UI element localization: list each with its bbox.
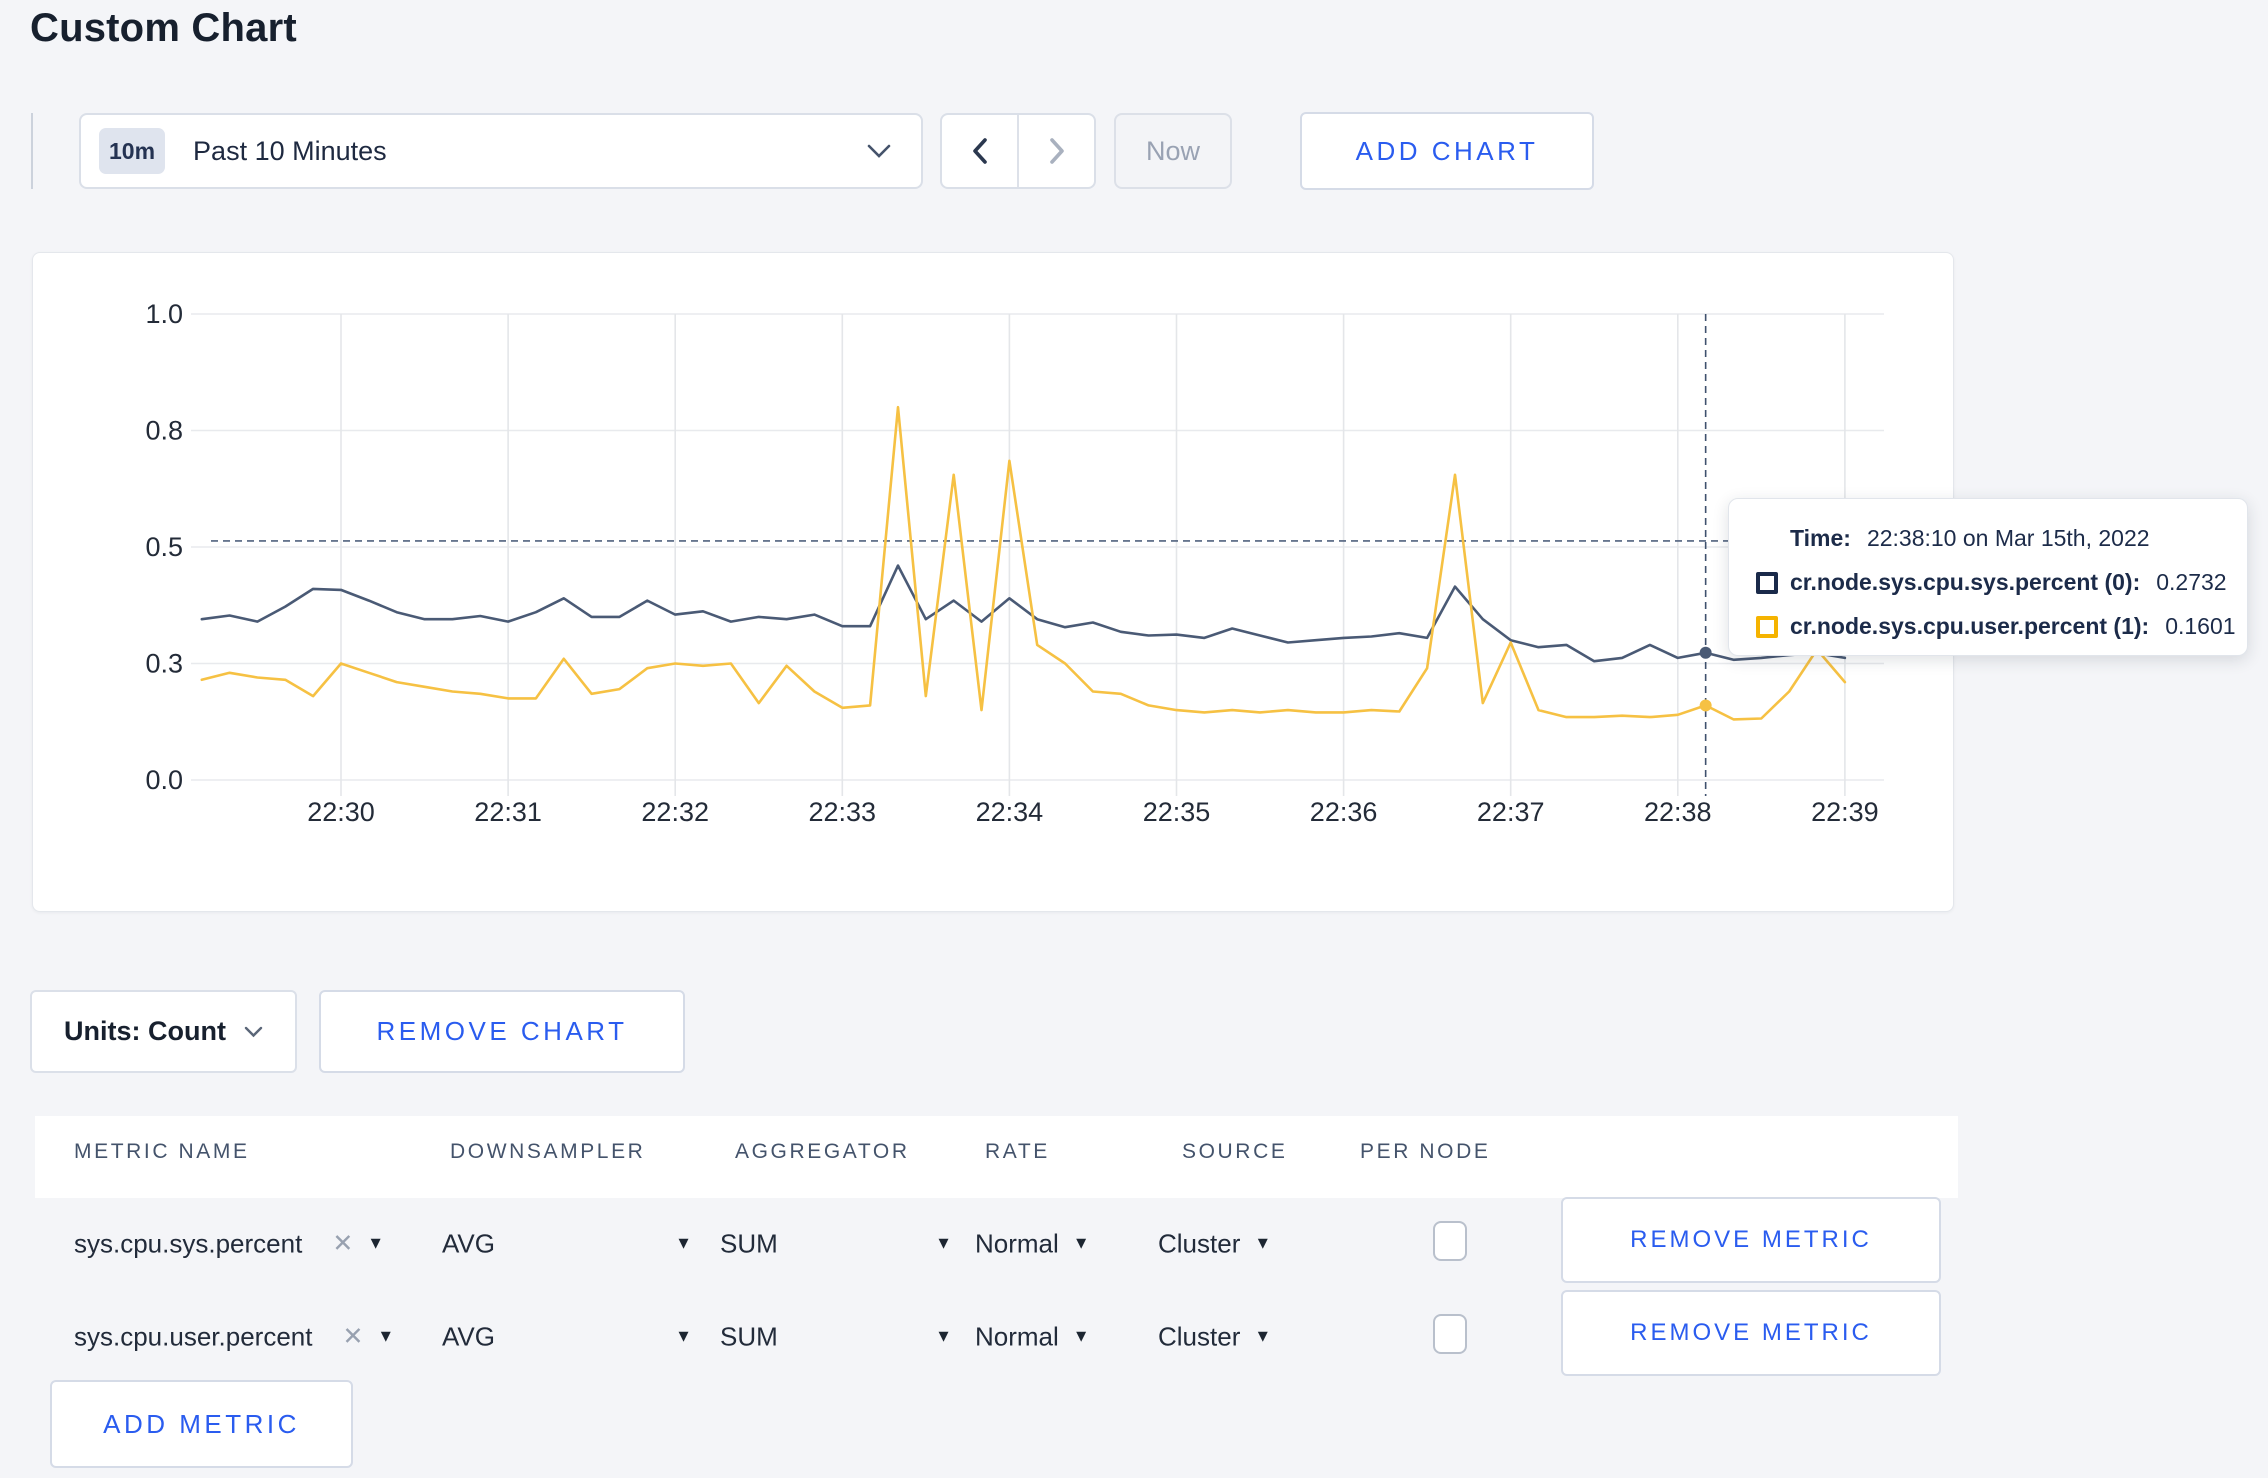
sys-series-swatch-icon xyxy=(1756,571,1778,594)
col-header-aggregator: AGGREGATOR xyxy=(735,1140,910,1163)
remove-chart-button[interactable]: REMOVE CHART xyxy=(319,990,685,1073)
chevron-right-icon xyxy=(1049,138,1064,164)
caret-down-icon: ▼ xyxy=(1072,1326,1090,1346)
x-tick-label: 22:37 xyxy=(1477,797,1545,827)
x-tick-label: 22:33 xyxy=(809,797,877,827)
toolbar-divider xyxy=(31,113,33,189)
hover-dot-1 xyxy=(1699,699,1712,712)
time-window-selector[interactable]: 10m Past 10 Minutes xyxy=(79,113,923,189)
metric-row: sys.cpu.user.percent ✕ ▼ AVG ▼ SUM ▼ Nor… xyxy=(35,1290,1958,1383)
x-tick-label: 22:34 xyxy=(976,797,1044,827)
custom-chart-page: Custom Chart 10m Past 10 Minutes Now ADD… xyxy=(0,0,2268,1478)
tooltip-time-value: 22:38:10 on Mar 15th, 2022 xyxy=(1866,525,2150,551)
source-dropdown[interactable]: Cluster ▼ xyxy=(1158,1321,1271,1352)
x-tick-label: 22:32 xyxy=(641,797,709,827)
caret-down-icon: ▼ xyxy=(1254,1326,1272,1346)
y-tick-label: 1.0 xyxy=(145,299,183,329)
x-tick-label: 22:39 xyxy=(1811,797,1879,827)
units-dropdown[interactable]: Units: Count xyxy=(30,990,297,1073)
downsampler-dropdown[interactable]: AVG ▼ xyxy=(442,1321,692,1352)
col-header-downsampler: DOWNSAMPLER xyxy=(450,1140,646,1163)
y-tick-label: 0.8 xyxy=(145,416,183,446)
time-window-badge: 10m xyxy=(99,128,166,174)
caret-down-icon: ▼ xyxy=(1254,1233,1272,1253)
y-tick-label: 0.5 xyxy=(145,532,183,562)
caret-down-icon: ▼ xyxy=(675,1233,692,1253)
x-tick-label: 22:35 xyxy=(1143,797,1211,827)
remove-metric-button[interactable]: REMOVE METRIC xyxy=(1561,1197,1941,1283)
tooltip-series-value: 0.2732 xyxy=(2156,569,2227,595)
rate-value: Normal xyxy=(975,1321,1059,1351)
units-label: Units: Count xyxy=(64,1016,226,1046)
col-header-rate: RATE xyxy=(985,1140,1050,1163)
next-time-button[interactable] xyxy=(1019,115,1094,187)
remove-metric-button[interactable]: REMOVE METRIC xyxy=(1561,1290,1941,1376)
rate-dropdown[interactable]: Normal ▼ xyxy=(975,1228,1090,1259)
line-chart[interactable]: 0.0 0.3 0.5 0.8 1.0 22:30 22:31 22:32 22:33 22:34… xyxy=(33,253,1953,911)
time-window-stepper xyxy=(940,113,1096,189)
y-tick-label: 0.3 xyxy=(145,649,183,679)
downsampler-value: AVG xyxy=(442,1321,495,1351)
metric-name-dropdown[interactable]: sys.cpu.user.percent ✕ ▼ xyxy=(74,1321,394,1352)
page-title: Custom Chart xyxy=(30,6,297,50)
now-button[interactable]: Now xyxy=(1114,113,1232,189)
add-metric-button[interactable]: ADD METRIC xyxy=(50,1380,353,1468)
x-tick-label: 22:36 xyxy=(1310,797,1378,827)
tooltip-series-row: cr.node.sys.cpu.user.percent (1): 0.1601 xyxy=(1756,613,2236,640)
tooltip-series-row: cr.node.sys.cpu.sys.percent (0): 0.2732 xyxy=(1756,569,2227,596)
aggregator-dropdown[interactable]: SUM ▼ xyxy=(720,1321,952,1352)
series-line-1 xyxy=(200,405,1847,721)
clear-metric-icon[interactable]: ✕ xyxy=(342,1322,363,1352)
hover-dot-0 xyxy=(1699,646,1712,659)
rate-dropdown[interactable]: Normal ▼ xyxy=(975,1321,1090,1352)
x-tick-label: 22:31 xyxy=(474,797,542,827)
source-value: Cluster xyxy=(1158,1228,1241,1258)
aggregator-dropdown[interactable]: SUM ▼ xyxy=(720,1228,952,1259)
chart-card: 0.0 0.3 0.5 0.8 1.0 22:30 22:31 22:32 22:33 22:34… xyxy=(32,252,1954,912)
aggregator-value: SUM xyxy=(720,1321,778,1351)
tooltip-series-label: cr.node.sys.cpu.sys.percent (0): xyxy=(1790,569,2141,595)
chevron-left-icon xyxy=(972,138,987,164)
prev-time-button[interactable] xyxy=(942,115,1019,187)
series-line-0 xyxy=(200,564,1847,663)
caret-down-icon: ▼ xyxy=(367,1233,385,1253)
add-chart-button[interactable]: ADD CHART xyxy=(1300,112,1594,190)
metric-row: sys.cpu.sys.percent ✕ ▼ AVG ▼ SUM ▼ Norm… xyxy=(35,1197,1958,1290)
x-tick-label: 22:30 xyxy=(307,797,375,827)
chart-tooltip: Time: 22:38:10 on Mar 15th, 2022 cr.node… xyxy=(1728,498,2248,656)
source-dropdown[interactable]: Cluster ▼ xyxy=(1158,1228,1271,1259)
caret-down-icon: ▼ xyxy=(675,1326,692,1346)
tooltip-series-label: cr.node.sys.cpu.user.percent (1): xyxy=(1790,613,2150,639)
metrics-table-header: METRIC NAME DOWNSAMPLER AGGREGATOR RATE … xyxy=(35,1116,1958,1198)
col-header-metric-name: METRIC NAME xyxy=(74,1140,250,1163)
metric-name: sys.cpu.user.percent xyxy=(74,1321,313,1351)
caret-down-icon: ▼ xyxy=(935,1326,952,1346)
y-tick-label: 0.0 xyxy=(145,765,183,795)
time-window-label: Past 10 Minutes xyxy=(193,135,387,166)
chevron-down-icon xyxy=(244,1026,263,1037)
col-header-source: SOURCE xyxy=(1182,1140,1288,1163)
tooltip-series-value: 0.1601 xyxy=(2165,613,2236,639)
downsampler-value: AVG xyxy=(442,1228,495,1258)
caret-down-icon: ▼ xyxy=(1072,1233,1090,1253)
x-tick-label: 22:38 xyxy=(1644,797,1712,827)
caret-down-icon: ▼ xyxy=(377,1326,395,1346)
metric-name-dropdown[interactable]: sys.cpu.sys.percent ✕ ▼ xyxy=(74,1228,384,1259)
caret-down-icon: ▼ xyxy=(935,1233,952,1253)
per-node-checkbox[interactable] xyxy=(1433,1314,1467,1354)
clear-metric-icon[interactable]: ✕ xyxy=(332,1229,353,1259)
aggregator-value: SUM xyxy=(720,1228,778,1258)
tooltip-time-row: Time: 22:38:10 on Mar 15th, 2022 xyxy=(1756,525,2223,552)
source-value: Cluster xyxy=(1158,1321,1241,1351)
col-header-per-node: PER NODE xyxy=(1360,1140,1491,1163)
downsampler-dropdown[interactable]: AVG ▼ xyxy=(442,1228,692,1259)
chevron-down-icon xyxy=(867,144,891,158)
tooltip-time-label: Time: xyxy=(1790,525,1851,551)
rate-value: Normal xyxy=(975,1228,1059,1258)
per-node-checkbox[interactable] xyxy=(1433,1221,1467,1261)
metric-name: sys.cpu.sys.percent xyxy=(74,1228,303,1258)
user-series-swatch-icon xyxy=(1756,615,1778,638)
